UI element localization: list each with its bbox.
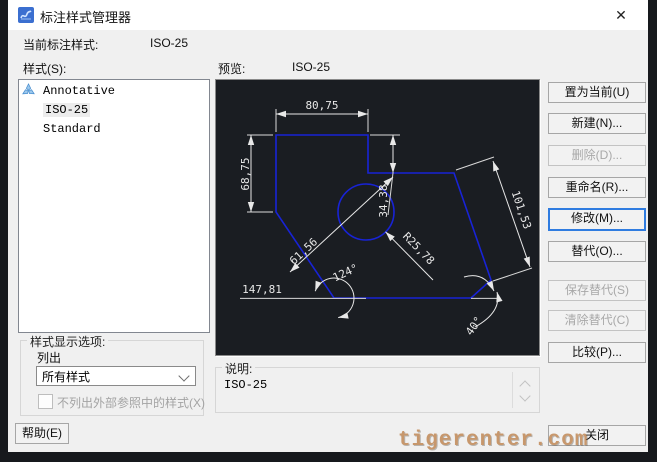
dim-text-lower-aligned: 61,56 — [287, 235, 320, 267]
styles-listbox[interactable]: Annotative ISO-25 Standard — [18, 79, 210, 333]
description-separator — [512, 372, 513, 408]
style-item-label: Annotative — [43, 84, 116, 98]
current-style-value: ISO-25 — [150, 36, 189, 50]
dim-text-angle: 124° — [331, 261, 361, 284]
list-item-iso25[interactable]: ISO-25 — [19, 102, 209, 118]
delete-button: 删除(D)... — [548, 145, 646, 166]
current-style-label: 当前标注样式: — [23, 38, 99, 52]
style-filter-dropdown[interactable]: 所有样式 — [36, 366, 196, 386]
preview-row: 预览: ISO-25 — [218, 60, 330, 77]
dim-text-radius: R25,78 — [400, 230, 437, 268]
set-current-button[interactable]: 置为当前(U) — [548, 82, 646, 103]
dim-text-aligned: 101,53 — [509, 189, 534, 231]
chevron-down-icon — [178, 370, 190, 382]
close-icon[interactable]: ✕ — [602, 0, 640, 30]
title-bar: 标注样式管理器 ✕ — [8, 0, 648, 30]
description-label: 说明: — [222, 360, 256, 377]
modify-button[interactable]: 修改(M)... — [548, 208, 646, 231]
clear-override-button: 清除替代(C) — [548, 310, 646, 331]
dim-text-bottom: 147,81 — [242, 283, 282, 296]
styles-list-label: 样式(S): — [23, 62, 67, 76]
list-item-standard[interactable]: Standard — [19, 121, 209, 137]
annotative-icon — [21, 83, 36, 98]
description-group: 说明: ISO-25 — [215, 360, 540, 413]
style-item-label: Standard — [43, 122, 101, 136]
preview-label: 预览: — [218, 62, 246, 76]
current-style-row: 当前标注样式: ISO-25 — [23, 36, 188, 53]
style-display-options-group: 样式显示选项: 列出 所有样式 不列出外部参照中的样式(X) — [20, 333, 205, 416]
rename-button[interactable]: 重命名(R)... — [548, 177, 646, 198]
window-title: 标注样式管理器 — [40, 10, 132, 25]
new-button[interactable]: 新建(N)... — [548, 113, 646, 134]
list-out-label: 列出 — [37, 351, 62, 365]
dim-text-small-angle: 40° — [463, 314, 485, 338]
dim-text-top: 80,75 — [305, 99, 338, 112]
dimension-style-manager-dialog: 标注样式管理器 ✕ 当前标注样式: ISO-25 样式(S): Annotati… — [8, 0, 648, 452]
help-button[interactable]: 帮助(E) — [15, 423, 69, 444]
dim-text-left: 68,75 — [239, 157, 252, 190]
description-scroll-spinner — [517, 376, 533, 406]
dim-text-notch: 34,38 — [377, 184, 390, 217]
override-button[interactable]: 替代(O)... — [548, 241, 646, 262]
dimension-style-app-icon — [18, 7, 34, 23]
style-display-options-label: 样式显示选项: — [27, 333, 109, 350]
close-button[interactable]: 关闭 — [548, 425, 646, 446]
preview-style-name: ISO-25 — [292, 60, 331, 74]
save-override-button: 保存替代(S) — [548, 280, 646, 301]
xref-checkbox-label: 不列出外部参照中的样式(X) — [57, 396, 205, 410]
style-filter-value: 所有样式 — [42, 370, 91, 384]
description-value: ISO-25 — [224, 378, 268, 392]
chevron-down-icon[interactable] — [519, 390, 531, 402]
dimension-preview-canvas: 80,75 68,75 34,38 101,53 R25,78 61,56 12… — [215, 79, 540, 356]
style-item-label: ISO-25 — [43, 103, 91, 117]
list-item-annotative[interactable]: Annotative — [19, 83, 209, 99]
compare-button[interactable]: 比较(P)... — [548, 342, 646, 363]
xref-checkbox — [38, 394, 53, 409]
